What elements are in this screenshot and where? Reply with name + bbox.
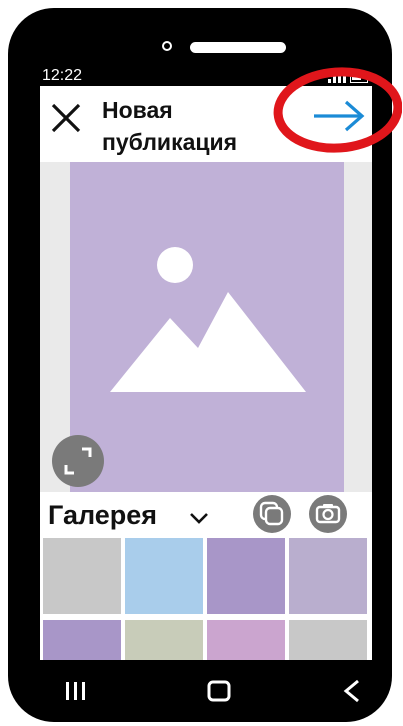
gallery-thumbnail[interactable] bbox=[289, 620, 367, 660]
expand-icon bbox=[64, 447, 92, 475]
highlight-ring bbox=[273, 67, 402, 153]
selected-photo[interactable] bbox=[70, 162, 344, 492]
gallery-dropdown-label[interactable]: Галерея bbox=[48, 500, 157, 531]
gallery-thumbnail[interactable] bbox=[43, 538, 121, 614]
gallery-thumbnail[interactable] bbox=[43, 620, 121, 660]
recent-apps-icon[interactable] bbox=[64, 680, 88, 702]
close-icon[interactable] bbox=[46, 98, 86, 138]
gallery-thumbnail[interactable] bbox=[125, 538, 203, 614]
gallery-toolbar: Галерея bbox=[40, 492, 372, 536]
gallery-thumbnail[interactable] bbox=[125, 620, 203, 660]
multi-select-icon bbox=[259, 501, 284, 526]
front-camera bbox=[162, 41, 172, 51]
gallery-thumbnail[interactable] bbox=[207, 620, 285, 660]
back-icon[interactable] bbox=[342, 678, 362, 704]
speaker-grille bbox=[190, 42, 286, 53]
multi-select-button[interactable] bbox=[253, 495, 291, 533]
camera-icon bbox=[315, 504, 341, 524]
gallery-thumbnail[interactable] bbox=[289, 538, 367, 614]
gallery-thumbnail[interactable] bbox=[207, 538, 285, 614]
camera-button[interactable] bbox=[309, 495, 347, 533]
expand-button[interactable] bbox=[52, 435, 104, 487]
status-time: 12:22 bbox=[42, 67, 83, 84]
chevron-down-icon[interactable] bbox=[188, 510, 210, 526]
image-placeholder-icon bbox=[110, 247, 306, 392]
system-navbar bbox=[8, 668, 403, 718]
gallery-grid bbox=[43, 538, 369, 660]
image-preview bbox=[40, 162, 372, 492]
home-icon[interactable] bbox=[207, 680, 231, 702]
